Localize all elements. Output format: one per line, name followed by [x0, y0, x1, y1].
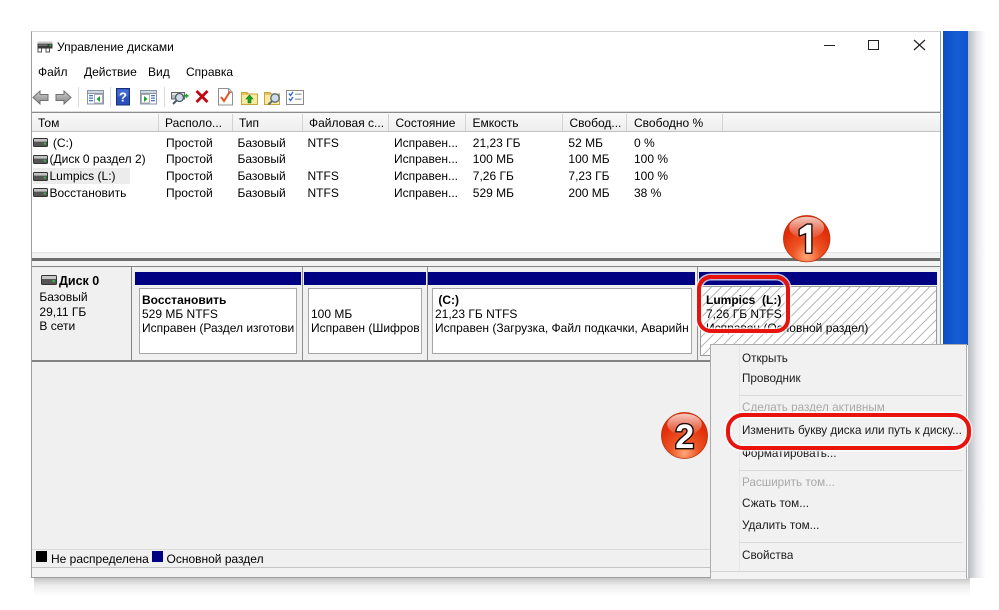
svg-text:2: 2	[675, 418, 694, 456]
svg-text:?: ?	[119, 90, 127, 105]
